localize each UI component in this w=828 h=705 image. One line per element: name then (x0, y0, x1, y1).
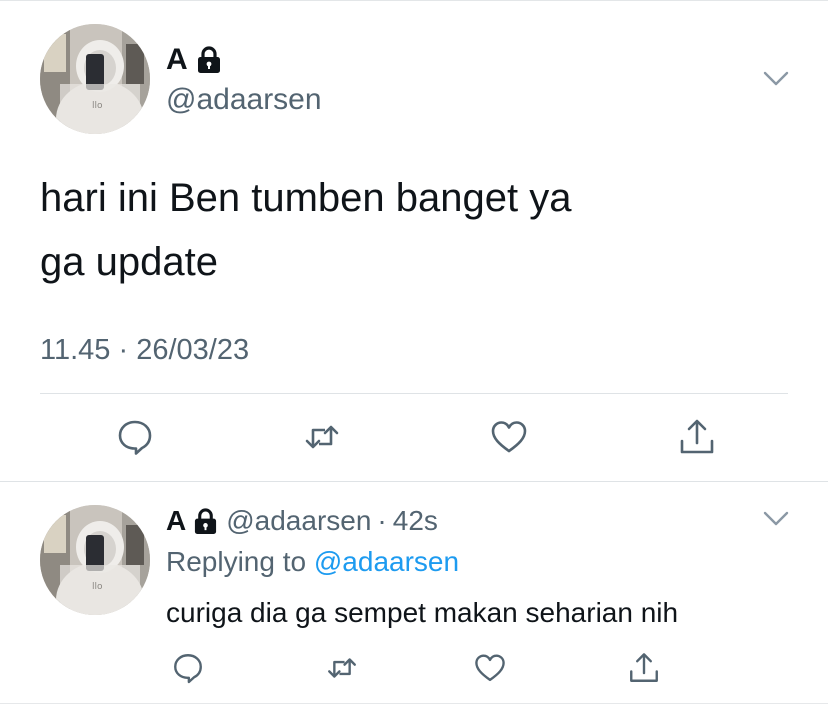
display-name[interactable]: A (166, 42, 188, 78)
svg-text:llo: llo (92, 582, 103, 592)
bottom-divider (0, 703, 828, 704)
top-divider (0, 0, 828, 1)
display-name[interactable]: A (166, 504, 186, 538)
chevron-down-icon[interactable] (762, 510, 790, 528)
avatar-photo: llo (40, 24, 150, 134)
author-name-row: A (166, 42, 222, 78)
tweet-text-line: hari ini Ben tumben banget ya (40, 176, 572, 220)
replying-to-label: Replying to (166, 546, 307, 577)
reply-bubble-icon[interactable] (171, 651, 205, 685)
retweet-icon[interactable] (325, 651, 359, 685)
avatar[interactable]: llo (40, 24, 150, 134)
reply-bubble-icon[interactable] (115, 417, 155, 457)
lock-icon (196, 46, 222, 74)
retweet-icon[interactable] (302, 417, 342, 457)
author-handle[interactable]: @adaarsen (226, 504, 371, 538)
author-handle[interactable]: @adaarsen (166, 82, 322, 118)
replying-to: Replying to @adaarsen (166, 545, 459, 579)
avatar-photo: llo (40, 505, 150, 615)
tweet-timestamp[interactable]: 11.45 · 26/03/23 (40, 332, 249, 368)
replying-to-mention[interactable]: @adaarsen (314, 546, 459, 577)
separator-dot: · (377, 505, 387, 536)
tweet-text: hari ini Ben tumben banget ya ga update (40, 166, 740, 294)
reply-header: A @adaarsen · 42s (166, 504, 438, 538)
share-upload-icon[interactable] (677, 417, 717, 457)
heart-icon[interactable] (473, 651, 507, 685)
tweet-text-line: ga update (40, 240, 218, 284)
tweet-separator (0, 481, 828, 482)
lock-icon (193, 507, 218, 535)
divider (40, 393, 788, 394)
avatar[interactable]: llo (40, 505, 150, 615)
share-upload-icon[interactable] (627, 651, 661, 685)
time-ago[interactable]: 42s (393, 504, 438, 538)
reply-text: curiga dia ga sempet makan seharian nih (166, 597, 679, 628)
heart-icon[interactable] (489, 417, 529, 457)
chevron-down-icon[interactable] (762, 70, 790, 88)
svg-text:llo: llo (92, 101, 103, 111)
